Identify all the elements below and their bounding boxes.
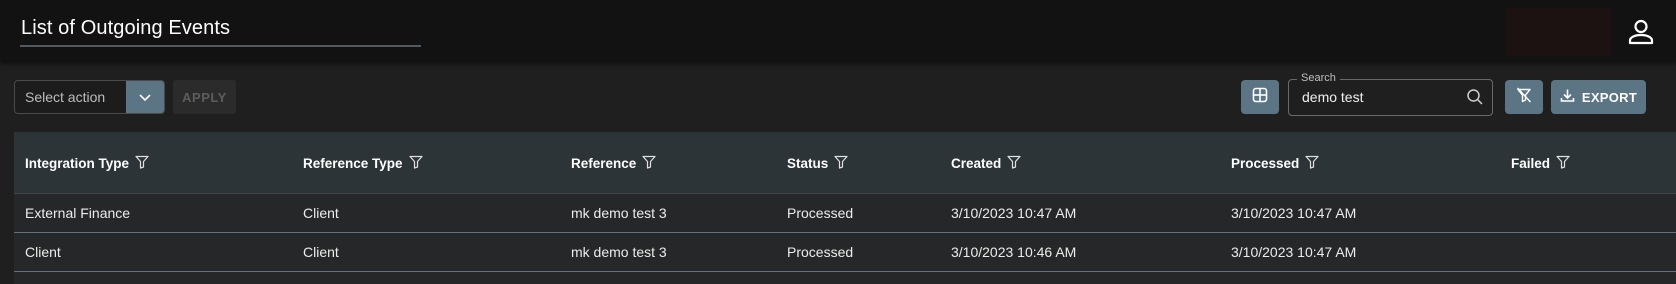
title-underline: [20, 45, 421, 47]
select-action-label: Select action: [25, 89, 106, 105]
table-header: Integration Type Reference Type Referenc…: [14, 132, 1676, 194]
filter-funnel-icon[interactable]: [408, 155, 423, 172]
column-header-label: Processed: [1231, 155, 1300, 171]
column-layout-button[interactable]: [1241, 80, 1279, 114]
column-header-created[interactable]: Created: [951, 132, 1021, 194]
column-header-status[interactable]: Status: [787, 132, 848, 194]
cell-integration-type: External Finance: [25, 205, 131, 221]
cell-status: Processed: [787, 244, 854, 260]
filter-funnel-icon[interactable]: [1556, 155, 1570, 172]
apply-button[interactable]: APPLY: [173, 80, 236, 114]
grid-layout-icon: [1252, 87, 1268, 108]
cell-reference-type: Client: [303, 244, 339, 260]
cell-reference: mk demo test 3: [571, 244, 667, 260]
top-bar: List of Outgoing Events: [0, 0, 1676, 62]
search-label: Search: [1297, 72, 1340, 84]
clear-filters-button[interactable]: [1505, 80, 1543, 114]
cell-integration-type: Client: [25, 244, 61, 260]
cell-status: Processed: [787, 205, 854, 221]
cell-reference: mk demo test 3: [571, 205, 667, 221]
download-icon: [1560, 88, 1575, 106]
export-label: EXPORT: [1581, 89, 1638, 105]
column-header-processed[interactable]: Processed: [1231, 132, 1319, 194]
page-title: List of Outgoing Events: [21, 17, 231, 39]
cell-processed: 3/10/2023 10:47 AM: [1231, 205, 1357, 221]
cell-created: 3/10/2023 10:47 AM: [951, 205, 1077, 221]
column-header-label: Reference Type: [303, 155, 403, 171]
export-button[interactable]: EXPORT: [1551, 80, 1646, 114]
column-header-label: Status: [787, 155, 829, 171]
column-header-reference[interactable]: Reference: [571, 132, 656, 194]
filter-funnel-icon[interactable]: [1007, 155, 1021, 172]
column-header-failed[interactable]: Failed: [1511, 132, 1570, 194]
column-header-label: Reference: [571, 155, 637, 171]
column-header-label: Created: [951, 155, 1002, 171]
user-icon[interactable]: [1626, 17, 1656, 47]
column-header-integration-type[interactable]: Integration Type: [25, 132, 149, 194]
search-input[interactable]: demo test: [1302, 89, 1363, 105]
events-table: Integration Type Reference Type Referenc…: [14, 132, 1676, 284]
filter-clear-icon: [1516, 87, 1532, 108]
select-action-dropdown[interactable]: Select action: [14, 80, 165, 114]
search-icon[interactable]: [1466, 88, 1484, 111]
search-field[interactable]: Search demo test: [1288, 72, 1493, 116]
header-placeholder-block: [1506, 8, 1611, 56]
filter-funnel-icon[interactable]: [642, 155, 656, 172]
cell-processed: 3/10/2023 10:47 AM: [1231, 244, 1357, 260]
filter-funnel-icon[interactable]: [135, 155, 149, 172]
filter-funnel-icon[interactable]: [1305, 155, 1319, 172]
column-header-label: Integration Type: [25, 155, 130, 171]
table-row[interactable]: Client Client mk demo test 3 Processed 3…: [14, 233, 1676, 272]
table-row[interactable]: External Finance Client mk demo test 3 P…: [14, 194, 1676, 233]
column-header-reference-type[interactable]: Reference Type: [303, 132, 423, 194]
filter-funnel-icon[interactable]: [834, 155, 848, 172]
cell-created: 3/10/2023 10:46 AM: [951, 244, 1077, 260]
column-header-label: Failed: [1511, 155, 1551, 171]
cell-reference-type: Client: [303, 205, 339, 221]
chevron-down-icon[interactable]: [126, 81, 164, 113]
